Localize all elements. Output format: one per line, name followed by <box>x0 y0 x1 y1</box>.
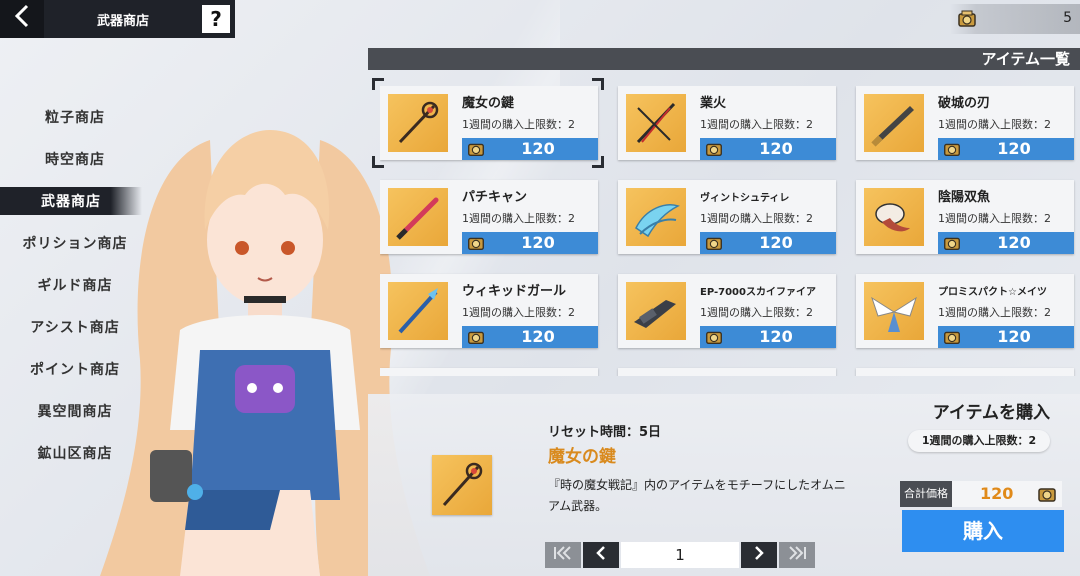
item-price-bar: 120 <box>462 326 598 348</box>
purchase-title: アイテムを購入 <box>932 403 1050 423</box>
item-price-bar: 120 <box>700 138 836 160</box>
shop-item-card-partial[interactable] <box>856 368 1074 376</box>
selected-item-description: 『時の魔女戦記』内のアイテムをモチーフにしたオムニアム武器。 <box>548 478 846 513</box>
item-name: 魔女の鍵 <box>462 96 515 111</box>
item-limit: 1週間の購入上限数：2 <box>938 118 1051 131</box>
shop-item-card[interactable]: 陰陽双魚 1週間の購入上限数：2 120 <box>856 180 1074 254</box>
crate-coin-icon <box>1036 483 1058 505</box>
blade-weapon-icon <box>864 94 924 152</box>
shop-item-card-partial[interactable] <box>618 368 836 376</box>
page-number: 1 <box>621 542 739 568</box>
first-page-button[interactable] <box>545 542 581 568</box>
buy-button[interactable]: 購入 <box>902 510 1064 552</box>
item-price-bar: 120 <box>938 138 1074 160</box>
item-name: ウィキッドガール <box>462 284 567 299</box>
yin-yang-fish-icon <box>864 188 924 246</box>
reset-time: リセット時間：5日 <box>548 425 662 440</box>
item-limit: 1週間の購入上限数：2 <box>700 212 813 225</box>
item-limit: 1週間の購入上限数：2 <box>462 212 575 225</box>
key-weapon-icon <box>432 455 492 515</box>
item-limit: 1週間の購入上限数：2 <box>462 306 575 319</box>
shop-item-card[interactable]: ウィキッドガール 1週間の購入上限数：2 120 <box>380 274 598 348</box>
swords-weapon-icon <box>626 94 686 152</box>
crate-coin-icon <box>956 8 978 30</box>
item-name: 破城の刃 <box>938 96 991 111</box>
next-page-button[interactable] <box>741 542 777 568</box>
item-limit: 1週間の購入上限数：2 <box>700 306 813 319</box>
item-name: パチキャン <box>462 190 528 205</box>
item-price: 120 <box>521 327 555 346</box>
item-price-bar: 120 <box>700 232 836 254</box>
back-button[interactable] <box>0 0 44 38</box>
item-limit: 1週間の購入上限数：2 <box>700 118 813 131</box>
item-limit: 1週間の購入上限数：2 <box>462 118 575 131</box>
item-price: 120 <box>521 233 555 252</box>
shop-item-card[interactable]: EP-7000スカイファイア 1週間の購入上限数：2 120 <box>618 274 836 348</box>
total-price-value: 120 <box>980 484 1014 503</box>
wind-weapon-icon <box>626 188 686 246</box>
item-price: 120 <box>997 233 1031 252</box>
item-name: 業火 <box>700 96 727 111</box>
currency-display: 5 <box>950 4 1080 34</box>
shop-item-card[interactable]: ヴィントシュティレ 1週間の購入上限数：2 120 <box>618 180 836 254</box>
wings-weapon-icon <box>864 282 924 340</box>
shop-item-card[interactable]: プロミスパクト☆メイツ 1週間の購入上限数：2 120 <box>856 274 1074 348</box>
total-price: 合計価格 120 <box>900 481 1062 507</box>
item-list-header: アイテム一覧 <box>368 48 1080 70</box>
item-price-bar: 120 <box>462 138 598 160</box>
shop-item-card[interactable]: パチキャン 1週間の購入上限数：2 120 <box>380 180 598 254</box>
item-limit: 1週間の購入上限数：2 <box>938 306 1051 319</box>
double-chevron-right-icon <box>787 546 807 564</box>
double-chevron-left-icon <box>553 546 573 564</box>
staff-weapon-icon <box>388 282 448 340</box>
item-name: プロミスパクト☆メイツ <box>938 287 1047 298</box>
shop-item-card[interactable]: 魔女の鍵 1週間の購入上限数：2 120 <box>380 86 598 160</box>
shop-item-card[interactable]: 破城の刃 1週間の購入上限数：2 120 <box>856 86 1074 160</box>
cannon-weapon-icon <box>626 282 686 340</box>
prev-page-button[interactable] <box>583 542 619 568</box>
help-button[interactable]: ? <box>202 5 230 33</box>
selected-item-name: 魔女の鍵 <box>548 447 616 467</box>
currency-count: 5 <box>1063 10 1072 26</box>
item-price: 120 <box>759 233 793 252</box>
purchase-limit: 1週間の購入上限数：2 <box>908 430 1050 452</box>
chevron-left-icon <box>13 4 31 35</box>
item-list-title: アイテム一覧 <box>981 50 1070 68</box>
item-price: 120 <box>997 327 1031 346</box>
item-name: 陰陽双魚 <box>938 190 991 205</box>
item-grid: 魔女の鍵 1週間の購入上限数：2 120 業火 1週間の購入上限数：2 120 … <box>380 86 1080 376</box>
item-name: ヴィントシュティレ <box>700 193 790 204</box>
bat-weapon-icon <box>388 188 448 246</box>
chevron-left-icon <box>596 546 606 564</box>
item-name: EP-7000スカイファイア <box>700 287 816 298</box>
shop-item-card[interactable]: 業火 1週間の購入上限数：2 120 <box>618 86 836 160</box>
page-title: 武器商店 <box>96 13 149 29</box>
item-price-bar: 120 <box>938 232 1074 254</box>
item-price: 120 <box>521 139 555 158</box>
item-price: 120 <box>759 327 793 346</box>
item-price-bar: 120 <box>700 326 836 348</box>
item-price-bar: 120 <box>462 232 598 254</box>
key-weapon-icon <box>388 94 448 152</box>
last-page-button[interactable] <box>779 542 815 568</box>
top-bar: 武器商店 ? <box>0 0 235 38</box>
item-limit: 1週間の購入上限数：2 <box>938 212 1051 225</box>
pagination: 1 <box>545 542 817 568</box>
shop-item-card-partial[interactable] <box>380 368 598 376</box>
total-price-label: 合計価格 <box>900 481 952 507</box>
item-price: 120 <box>997 139 1031 158</box>
item-price-bar: 120 <box>938 326 1074 348</box>
item-price: 120 <box>759 139 793 158</box>
chevron-right-icon <box>754 546 764 564</box>
